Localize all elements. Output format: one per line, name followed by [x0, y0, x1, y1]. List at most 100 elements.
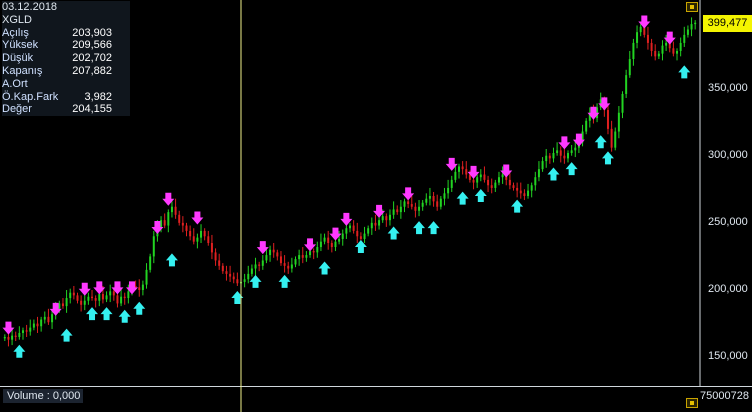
panel-scroll-button-top[interactable] — [686, 2, 698, 12]
candle-body — [683, 34, 686, 43]
candle-body — [265, 255, 268, 261]
candle-body — [250, 268, 253, 274]
candle-body — [319, 241, 322, 248]
candle-body — [410, 204, 413, 207]
candle-body — [621, 93, 624, 113]
candle-body — [309, 251, 312, 256]
ohlc-info-panel: 03.12.2018 XGLD Açılış 203,903 Yüksek 209,5… — [2, 1, 130, 117]
volume-label[interactable]: Volume : 0,000 — [3, 389, 83, 403]
candle-body — [269, 249, 272, 256]
candle-body — [170, 206, 173, 213]
candle-body — [298, 255, 301, 260]
candle-body — [203, 230, 206, 237]
candle-body — [465, 169, 468, 175]
info-row: Değer 204,155 — [2, 103, 130, 116]
y-tick-label: 350,000 — [708, 81, 748, 94]
candle-body — [574, 147, 577, 151]
candle-body — [378, 220, 381, 226]
candle-body — [29, 327, 32, 332]
candle-body — [512, 185, 515, 188]
info-row: Yüksek 209,566 — [2, 39, 130, 52]
y-tick-label: 150,000 — [708, 350, 748, 363]
candle-body — [11, 335, 14, 340]
candle-body — [625, 75, 628, 94]
candle-body — [218, 260, 221, 266]
candle-body — [345, 228, 348, 234]
candle-body — [225, 271, 228, 274]
candle-body — [221, 265, 224, 272]
candle-body — [276, 252, 279, 257]
candle-body — [112, 291, 115, 296]
candle-body — [98, 294, 101, 301]
candle-body — [152, 236, 155, 257]
candle-body — [392, 209, 395, 215]
info-value: 203,903 — [72, 26, 112, 39]
info-label: Yüksek — [2, 39, 39, 52]
candle-body — [657, 53, 660, 57]
candle-body — [294, 259, 297, 265]
candle-body — [312, 251, 315, 253]
candle-body — [51, 314, 54, 323]
candle-body — [116, 295, 119, 304]
candle-body — [407, 201, 410, 205]
candle-body — [359, 236, 362, 239]
candle-body — [192, 236, 195, 242]
candle-body — [283, 263, 286, 266]
candle-body — [694, 22, 697, 25]
candle-body — [236, 279, 239, 284]
candle-body — [305, 255, 308, 258]
candle-body — [290, 264, 293, 269]
candle-body — [181, 222, 184, 226]
candle-body — [548, 155, 551, 159]
candle-body — [247, 273, 250, 280]
candle-body — [476, 177, 479, 183]
info-label: Ö.Kap.Fark — [2, 90, 59, 103]
candle-body — [40, 319, 43, 327]
candle-body — [316, 247, 319, 253]
candle-body — [450, 179, 453, 188]
candle-body — [403, 201, 406, 207]
info-value: 204,155 — [72, 103, 112, 116]
panel-scroll-button-bottom[interactable] — [686, 398, 698, 408]
candle-body — [374, 222, 377, 226]
y-tick-label: 250,000 — [708, 215, 748, 228]
candle-body — [272, 249, 275, 253]
candle-body — [534, 177, 537, 186]
candle-body — [483, 174, 486, 180]
info-label: Kapanış — [2, 64, 43, 77]
candle-body — [189, 230, 192, 237]
candle-body — [494, 182, 497, 188]
candle-body — [94, 298, 97, 301]
candle-body — [523, 193, 526, 196]
candle-body — [14, 335, 17, 337]
candle-body — [167, 212, 170, 226]
info-label: A.Ort — [2, 77, 28, 90]
volume-axis-value: 75000728 — [700, 390, 749, 402]
candle-body — [563, 155, 566, 159]
candle-body — [334, 241, 337, 248]
candle-body — [479, 174, 482, 178]
candle-body — [363, 233, 366, 239]
candle-body — [537, 169, 540, 178]
candle-body — [149, 256, 152, 270]
info-row: Açılış 203,903 — [2, 27, 130, 40]
candle-body — [25, 330, 28, 332]
candle-body — [632, 42, 635, 60]
candle-body — [679, 42, 682, 51]
candle-body — [385, 216, 388, 221]
candle-body — [123, 296, 126, 299]
candle-body — [447, 187, 450, 194]
candle-body — [232, 276, 235, 280]
candle-body — [120, 296, 123, 304]
info-label: Açılış — [2, 26, 29, 39]
candle-body — [185, 225, 188, 231]
candle-body — [672, 48, 675, 54]
candle-body — [32, 323, 35, 328]
candle-body — [606, 110, 609, 129]
candle-body — [541, 161, 544, 170]
candle-body — [80, 300, 83, 305]
candle-body — [428, 196, 431, 199]
candle-body — [207, 236, 210, 243]
info-symbol: XGLD — [2, 13, 32, 26]
candle-body — [501, 174, 504, 178]
